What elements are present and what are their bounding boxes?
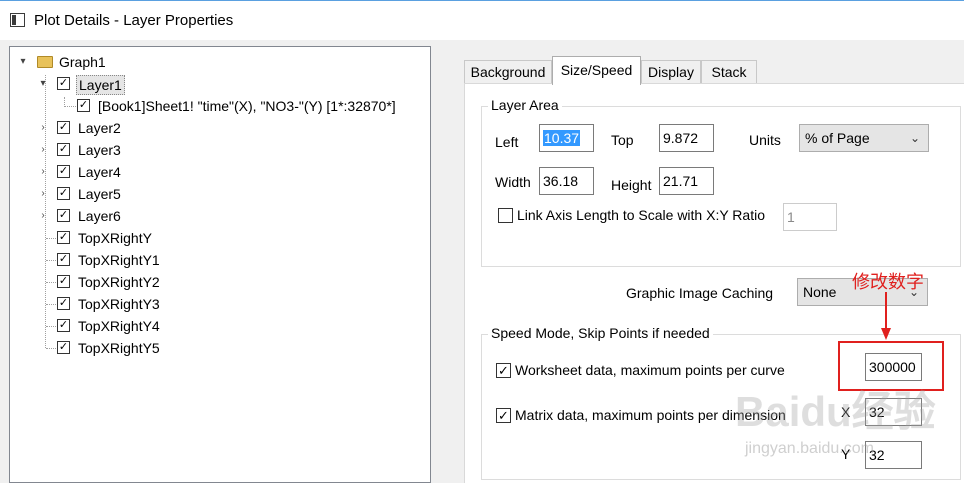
worksheet-checkbox[interactable]: ✓ — [496, 363, 511, 378]
units-label: Units — [749, 132, 781, 148]
tree-item-label: Layer4 — [78, 164, 121, 180]
check-icon[interactable]: ✓ — [57, 209, 70, 222]
layer-area-group: Layer Area Left 10.37 Top 9.872 Units % … — [481, 97, 961, 267]
tree-item-topxrighty[interactable]: ✓ TopXRightY — [38, 227, 238, 249]
tree-item-label: [Book1]Sheet1! "time"(X), "NO3-"(Y) [1*:… — [98, 98, 396, 114]
check-icon[interactable]: ✓ — [57, 275, 70, 288]
top-label: Top — [611, 132, 634, 148]
check-icon[interactable]: ✓ — [57, 341, 70, 354]
tree-item-layer5[interactable]: › ✓ Layer5 — [38, 183, 238, 205]
matrix-checkbox[interactable]: ✓ — [496, 408, 511, 423]
annotation-text: 修改数字 — [852, 272, 924, 292]
units-select[interactable]: % of Page ⌄ — [799, 124, 929, 152]
check-icon[interactable]: ✓ — [57, 143, 70, 156]
width-input[interactable]: 36.18 — [539, 167, 594, 195]
worksheet-label: Worksheet data, maximum points per curve — [515, 362, 785, 378]
layer-area-title: Layer Area — [488, 97, 562, 113]
tab-label: Size/Speed — [560, 62, 633, 78]
tree-item-label: Layer2 — [78, 120, 121, 136]
tree-item-topxrighty1[interactable]: ✓ TopXRightY1 — [38, 249, 238, 271]
watermark: Baidu经验 — [735, 388, 936, 435]
tree-item-layer6[interactable]: › ✓ Layer6 — [38, 205, 238, 227]
annotation-arrow-icon — [881, 292, 891, 340]
tree-item-dataset[interactable]: ✓ [Book1]Sheet1! "time"(X), "NO3-"(Y) [1… — [58, 95, 428, 117]
tree-item-topxrighty4[interactable]: ✓ TopXRightY4 — [38, 315, 238, 337]
tree-item-graph1[interactable]: ▾ Graph1 — [18, 51, 218, 73]
tree-item-topxrighty2[interactable]: ✓ TopXRightY2 — [38, 271, 238, 293]
expand-icon[interactable]: › — [38, 205, 48, 227]
width-label: Width — [495, 174, 531, 190]
tree-connector — [46, 304, 56, 305]
height-label: Height — [611, 177, 652, 193]
expand-icon[interactable]: › — [38, 139, 48, 161]
left-label: Left — [495, 134, 519, 150]
check-icon[interactable]: ✓ — [77, 99, 90, 112]
collapse-icon[interactable]: ▾ — [38, 73, 48, 95]
folder-icon — [37, 56, 53, 68]
tree-item-layer4[interactable]: › ✓ Layer4 — [38, 161, 238, 183]
tab-label: Stack — [711, 64, 747, 80]
tree-item-topxrighty3[interactable]: ✓ TopXRightY3 — [38, 293, 238, 315]
tab-label: Background — [470, 64, 546, 80]
chevron-down-icon: ⌄ — [909, 131, 920, 145]
check-icon[interactable]: ✓ — [57, 165, 70, 178]
check-icon[interactable]: ✓ — [57, 77, 70, 90]
tree-item-topxrighty5[interactable]: ✓ TopXRightY5 — [38, 337, 238, 359]
check-icon[interactable]: ✓ — [57, 187, 70, 200]
tree-item-layer3[interactable]: › ✓ Layer3 — [38, 139, 238, 161]
layer-tree[interactable]: ▾ Graph1 ▾ ✓ Layer1 ✓ [Book1]Sheet1! "ti… — [9, 46, 431, 483]
check-icon[interactable]: ✓ — [57, 319, 70, 332]
tree-item-layer1[interactable]: ▾ ✓ Layer1 — [38, 73, 238, 95]
tree-connector — [46, 348, 56, 349]
link-axis-checkbox[interactable] — [498, 208, 513, 223]
tree-connector — [46, 282, 56, 283]
tree-connector — [46, 260, 56, 261]
expand-icon[interactable]: › — [38, 161, 48, 183]
tab-stack[interactable]: Stack — [701, 60, 757, 84]
left-input[interactable]: 10.37 — [539, 124, 594, 152]
top-input[interactable]: 9.872 — [659, 124, 714, 152]
window-title: Plot Details - Layer Properties — [34, 12, 234, 29]
link-axis-label: Link Axis Length to Scale with X:Y Ratio — [517, 207, 765, 223]
expand-icon[interactable]: › — [38, 117, 48, 139]
units-value: % of Page — [805, 130, 870, 146]
tree-item-label: Layer1 — [76, 75, 125, 95]
tab-size-speed[interactable]: Size/Speed — [552, 56, 641, 85]
check-icon[interactable]: ✓ — [57, 253, 70, 266]
caching-value: None — [803, 284, 837, 300]
tree-item-label: TopXRightY4 — [78, 318, 160, 334]
expand-icon[interactable]: › — [38, 183, 48, 205]
tab-background[interactable]: Background — [464, 60, 552, 84]
tree-connector — [46, 238, 56, 239]
tab-label: Display — [648, 64, 694, 80]
tree-connector — [64, 106, 76, 107]
tree-item-label: TopXRightY2 — [78, 274, 160, 290]
tab-display[interactable]: Display — [641, 60, 701, 84]
tree-item-label: TopXRightY5 — [78, 340, 160, 356]
tree-item-label: TopXRightY — [78, 230, 152, 246]
window-icon — [10, 13, 25, 27]
watermark-url: jingyan.baidu.com — [745, 440, 874, 457]
caching-label: Graphic Image Caching — [626, 285, 774, 301]
tree-item-label: Layer3 — [78, 142, 121, 158]
tree-item-label: Graph1 — [59, 54, 106, 70]
check-icon[interactable]: ✓ — [57, 297, 70, 310]
tree-item-label: TopXRightY1 — [78, 252, 160, 268]
tree-item-layer2[interactable]: › ✓ Layer2 — [38, 117, 238, 139]
ratio-input[interactable]: 1 — [783, 203, 837, 231]
tree-item-label: Layer5 — [78, 186, 121, 202]
speed-mode-title: Speed Mode, Skip Points if needed — [488, 325, 713, 341]
check-icon[interactable]: ✓ — [57, 121, 70, 134]
tree-item-label: TopXRightY3 — [78, 296, 160, 312]
title-bar: Plot Details - Layer Properties — [0, 0, 964, 40]
tree-connector — [46, 326, 56, 327]
collapse-icon[interactable]: ▾ — [18, 51, 28, 73]
tree-item-label: Layer6 — [78, 208, 121, 224]
check-icon[interactable]: ✓ — [57, 231, 70, 244]
height-input[interactable]: 21.71 — [659, 167, 714, 195]
